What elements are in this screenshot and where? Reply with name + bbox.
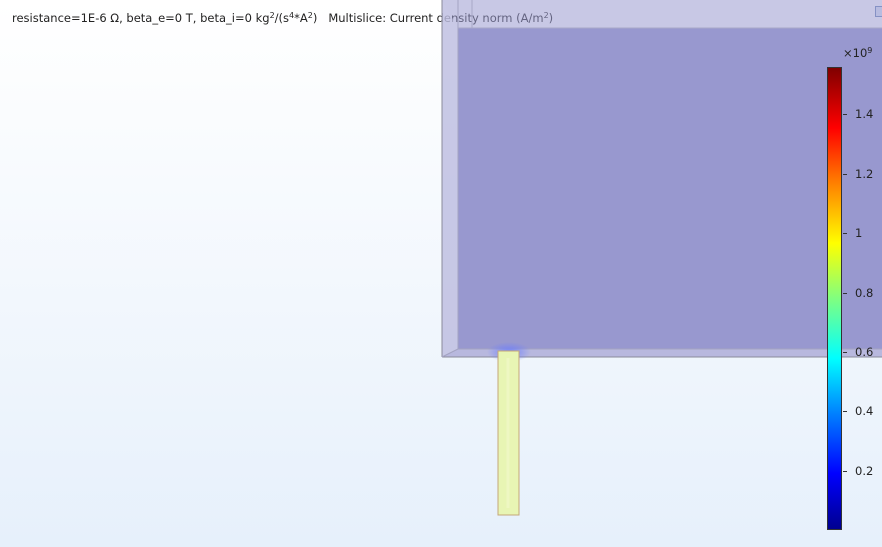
box-back-face (458, 28, 882, 349)
3d-graphics-viewport[interactable] (0, 0, 882, 547)
box-left-face (442, 0, 458, 357)
colorbar-tick-label: 1 (855, 226, 863, 241)
colorbar-tick-mark (843, 114, 847, 116)
conductor-bar (497, 350, 520, 516)
colorbar-tick-label: 1.2 (855, 166, 874, 181)
colorbar-tick-label: 0.8 (855, 285, 874, 300)
colorbar-tick-mark (843, 351, 847, 353)
colorbar-tick-label: 1.4 (855, 107, 874, 122)
colorbar-tick-mark (843, 292, 847, 294)
colorbar-tick-mark (843, 173, 847, 175)
colorbar-tick-mark (843, 411, 847, 413)
colorbar-tick-label: 0.2 (855, 463, 874, 478)
colorbar-tick-label: 0.4 (855, 404, 874, 419)
colorbar-tick-mark (843, 233, 847, 235)
colorbar (827, 67, 842, 530)
colorbar-multiplier: ×109 (843, 46, 873, 60)
domain-box (441, 0, 882, 358)
colorbar-tick-mark (843, 470, 847, 472)
colorbar-tick-label: 0.6 (855, 344, 874, 359)
